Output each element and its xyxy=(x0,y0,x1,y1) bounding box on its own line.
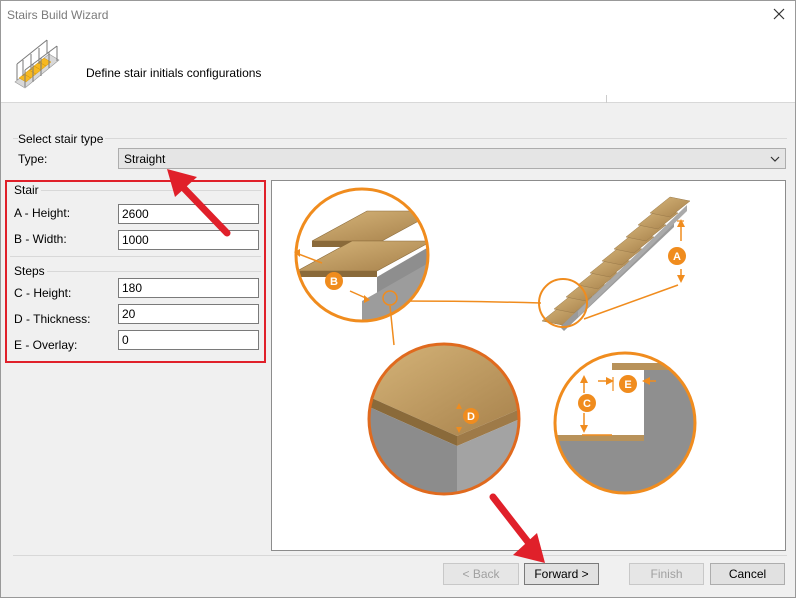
stair-type-group-border xyxy=(13,138,787,139)
steps-section-divider xyxy=(47,271,261,272)
marker-e: E xyxy=(624,379,631,391)
step-overlay-input[interactable] xyxy=(118,330,259,350)
stair-type-value: Straight xyxy=(124,152,166,166)
step-height-label: C - Height: xyxy=(14,286,72,300)
detail-ce-illustration: C E xyxy=(553,351,697,495)
close-icon[interactable] xyxy=(771,6,787,22)
marker-a: A xyxy=(673,251,681,263)
steps-section-title: Steps xyxy=(14,264,45,278)
detail-b-illustration: B xyxy=(294,187,430,346)
detail-d-illustration: D xyxy=(367,342,521,496)
chevron-down-icon xyxy=(770,156,780,162)
title-bar: Stairs Build Wizard xyxy=(1,1,795,29)
stair-type-group-title: Select stair type xyxy=(18,132,106,146)
footer-divider xyxy=(13,555,787,556)
stair-section-title: Stair xyxy=(14,183,39,197)
window-title: Stairs Build Wizard xyxy=(7,8,109,22)
stairs-logo-icon xyxy=(14,39,60,89)
red-arrow-annotation-icon-2 xyxy=(489,493,545,563)
red-arrow-annotation-icon xyxy=(167,169,231,237)
header-divider xyxy=(606,95,607,103)
wizard-header: Define stair initials configurations xyxy=(1,29,795,103)
section-separator xyxy=(10,256,261,257)
step-thickness-label: D - Thickness: xyxy=(14,312,91,326)
header-subtitle: Define stair initials configurations xyxy=(86,66,262,80)
stair-width-label: B - Width: xyxy=(14,232,67,246)
marker-b: B xyxy=(330,276,338,288)
wizard-window: Stairs Build Wizard Define stair initial… xyxy=(0,0,796,598)
step-overlay-label: E - Overlay: xyxy=(14,338,78,352)
step-thickness-input[interactable] xyxy=(118,304,259,324)
full-stair-illustration: A xyxy=(538,196,691,331)
marker-d: D xyxy=(467,411,475,423)
cancel-button[interactable]: Cancel xyxy=(710,563,785,585)
finish-button[interactable]: Finish xyxy=(629,563,704,585)
stair-height-label: A - Height: xyxy=(14,206,71,220)
marker-c: C xyxy=(583,398,591,410)
step-height-input[interactable] xyxy=(118,278,259,298)
type-label: Type: xyxy=(18,152,48,166)
